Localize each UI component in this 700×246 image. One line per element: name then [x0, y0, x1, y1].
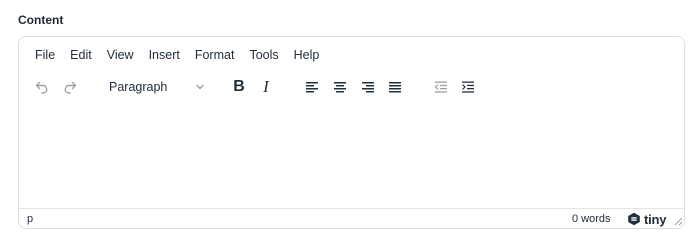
bold-button[interactable]: B [227, 75, 251, 99]
redo-icon [64, 81, 77, 94]
element-path[interactable]: p [27, 213, 33, 225]
editor-content-area[interactable] [19, 107, 684, 208]
undo-button[interactable] [30, 75, 54, 99]
align-center-button[interactable] [328, 75, 352, 99]
align-right-button[interactable] [356, 75, 380, 99]
align-justify-button[interactable] [383, 75, 407, 99]
indent-icon [462, 81, 474, 93]
menu-tools[interactable]: Tools [241, 45, 285, 65]
menu-view[interactable]: View [99, 45, 141, 65]
block-format-value: Paragraph [109, 80, 168, 94]
statusbar: p 0 words tiny [19, 208, 684, 228]
outdent-button[interactable] [429, 75, 453, 99]
undo-icon [35, 81, 48, 94]
toolbar: Paragraph B I [19, 75, 684, 99]
align-left-icon [306, 82, 318, 93]
tiny-brand-link[interactable]: tiny [627, 211, 667, 227]
italic-button[interactable]: I [254, 75, 278, 99]
bold-icon: B [233, 78, 245, 95]
indent-button[interactable] [456, 75, 480, 99]
resize-handle-icon[interactable] [674, 217, 683, 226]
field-label: Content [18, 13, 64, 27]
tiny-logo-icon [628, 212, 640, 226]
word-count[interactable]: 0 words [572, 213, 611, 225]
block-format-select[interactable]: Paragraph [101, 75, 209, 99]
align-left-button[interactable] [300, 75, 324, 99]
align-center-icon [334, 82, 346, 93]
editor-header: File Edit View Insert Format Tools Help [19, 37, 684, 107]
align-justify-icon [389, 82, 401, 93]
menu-format[interactable]: Format [187, 45, 242, 65]
menu-insert[interactable]: Insert [141, 45, 187, 65]
tiny-brand-text: tiny [644, 211, 667, 227]
align-right-icon [362, 82, 374, 93]
menubar: File Edit View Insert Format Tools Help [27, 45, 326, 65]
menu-help[interactable]: Help [286, 45, 327, 65]
menu-file[interactable]: File [27, 45, 62, 65]
redo-button[interactable] [58, 75, 82, 99]
italic-icon: I [263, 77, 269, 96]
outdent-icon [434, 81, 447, 93]
rich-text-editor: File Edit View Insert Format Tools Help [18, 36, 685, 229]
chevron-down-icon [193, 75, 207, 99]
menu-edit[interactable]: Edit [62, 45, 99, 65]
